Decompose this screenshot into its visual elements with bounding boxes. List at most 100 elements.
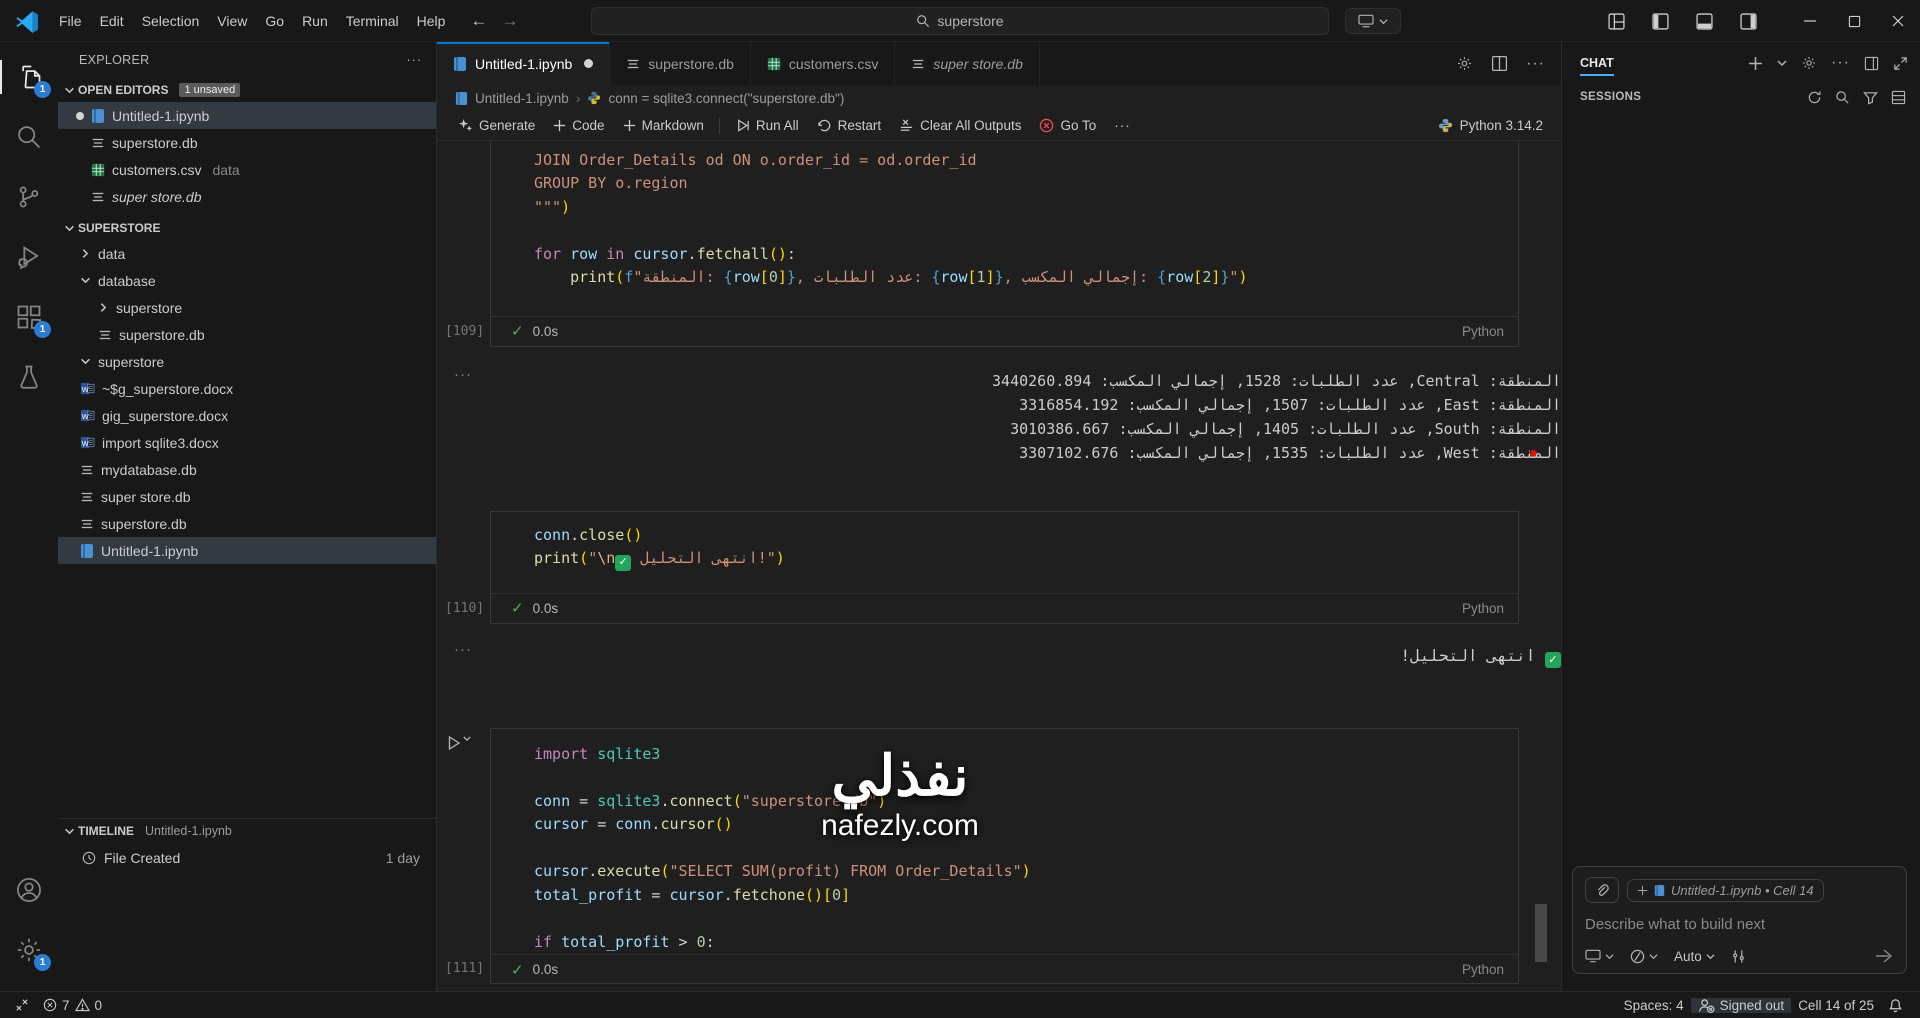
nav-forward-icon[interactable]: → [501, 11, 518, 31]
menu-help[interactable]: Help [408, 8, 455, 34]
chevron-down-icon[interactable] [1777, 59, 1787, 67]
open-editor-super-store-db[interactable]: super store.db [58, 183, 436, 210]
menu-go[interactable]: Go [256, 8, 293, 34]
editor-more-icon[interactable]: ··· [1526, 55, 1545, 73]
markdown-button[interactable]: Markdown [614, 113, 713, 139]
cell-language-label[interactable]: Python [1462, 324, 1504, 339]
search-sessions-icon[interactable] [1835, 90, 1850, 105]
indentation-status[interactable]: Spaces: 4 [1617, 998, 1691, 1013]
maximize-panel-icon[interactable] [1893, 56, 1908, 71]
menu-run[interactable]: Run [293, 8, 337, 34]
context-chip[interactable]: Untitled-1.ipynb • Cell 14 [1627, 878, 1824, 902]
command-center-search[interactable]: superstore [591, 7, 1329, 35]
run-cell-button[interactable] [446, 735, 471, 751]
clear-all-outputs-button[interactable]: Clear All Outputs [890, 113, 1030, 139]
tab-superstore-db[interactable]: superstore.db [610, 42, 751, 85]
code-button[interactable]: Code [544, 113, 613, 139]
tab-chat[interactable]: CHAT [1580, 44, 1614, 82]
tree-item-superstore-db[interactable]: superstore.db [58, 510, 436, 537]
generate-button[interactable]: Generate [449, 113, 544, 139]
signed-out-status[interactable]: Signed out [1690, 997, 1792, 1013]
go-to-button[interactable]: Go To [1030, 113, 1105, 139]
sidebar-item-testing[interactable] [5, 352, 53, 402]
chat-placeholder[interactable]: Describe what to build next [1585, 916, 1894, 933]
new-chat-plus-icon[interactable] [1748, 56, 1763, 71]
chat-input-box[interactable]: Untitled-1.ipynb • Cell 14 Describe what… [1572, 866, 1907, 974]
attach-paperclip-icon[interactable] [1585, 877, 1619, 903]
cell-language-label[interactable]: Python [1462, 601, 1504, 616]
open-editors-header[interactable]: OPEN EDITORS 1 unsaved [58, 78, 436, 102]
tree-folder-database[interactable]: database [58, 267, 436, 294]
tree-item-superstore-db[interactable]: superstore.db [58, 321, 436, 348]
breadcrumb[interactable]: Untitled-1.ipynb › conn = sqlite3.connec… [437, 85, 1561, 111]
tree-folder-superstore[interactable]: superstore [58, 294, 436, 321]
target-picker[interactable] [1585, 949, 1614, 963]
tree-folder-superstore[interactable]: superstore [58, 348, 436, 375]
sidebar-item-explorer[interactable]: 1 [0, 52, 53, 102]
open-in-editor-icon[interactable] [1864, 56, 1879, 71]
chat-more-icon[interactable]: ··· [1831, 54, 1850, 72]
sidebar-item-search[interactable] [5, 112, 53, 162]
toggle-primary-sidebar-icon[interactable] [1638, 0, 1682, 42]
sidebar-item-account[interactable] [5, 865, 53, 915]
close-window-icon[interactable] [1876, 0, 1920, 42]
run-all-button[interactable]: Run All [726, 113, 808, 139]
menu-terminal[interactable]: Terminal [337, 8, 408, 34]
toggle-panel-icon[interactable] [1682, 0, 1726, 42]
notebook-settings-gear-icon[interactable] [1456, 55, 1473, 72]
tree-item-super-store-db[interactable]: super store.db [58, 483, 436, 510]
problems-indicator[interactable]: 7 0 [36, 992, 109, 1018]
cell-code-editor[interactable]: FROM Orders o JOIN Order_Details od ON o.… [491, 141, 1518, 316]
send-icon[interactable] [1874, 947, 1894, 965]
toggle-secondary-sidebar-icon[interactable] [1726, 0, 1770, 42]
sidebar-item-run-debug[interactable] [5, 232, 53, 282]
cell-position-status[interactable]: Cell 14 of 25 [1791, 998, 1881, 1013]
customize-layout-icon[interactable] [1594, 0, 1638, 42]
tree-item--g-superstore-docx[interactable]: W ~$g_superstore.docx [58, 375, 436, 402]
remote-indicator-icon[interactable] [8, 992, 36, 1018]
menu-file[interactable]: File [50, 8, 91, 34]
chat-settings-gear-icon[interactable] [1801, 55, 1817, 71]
notebook-cell-3[interactable]: [111] import sqlite3 conn = sqlite3.connec… [445, 727, 1519, 984]
cell-code-editor[interactable]: conn.close() print("\n ✓ انتهى التحليل!") [491, 512, 1518, 593]
minimize-icon[interactable] [1788, 0, 1832, 42]
vertical-scrollbar[interactable] [1535, 904, 1547, 962]
nav-back-icon[interactable]: ← [470, 11, 487, 31]
output-options-icon[interactable]: ··· [454, 641, 472, 658]
tab-super-store-db[interactable]: super store.db [895, 42, 1040, 85]
breadcrumb-cell[interactable]: conn = sqlite3.connect("superstore.db") [608, 91, 844, 106]
timeline-header[interactable]: TIMELINE Untitled-1.ipynb [58, 819, 436, 843]
tab-customers-csv[interactable]: customers.csv [750, 42, 896, 85]
tree-item-import-sqlite3-docx[interactable]: Wimport sqlite3.docx [58, 429, 436, 456]
open-editor-untitled-1-ipynb[interactable]: Untitled-1.ipynb [58, 102, 436, 129]
sidebar-item-source-control[interactable] [5, 172, 53, 222]
maximize-icon[interactable] [1832, 0, 1876, 42]
refresh-icon[interactable] [1807, 90, 1822, 105]
cell-language-label[interactable]: Python [1462, 962, 1504, 977]
sidebar-item-settings[interactable]: 1 [5, 925, 53, 975]
open-editor-customers-csv[interactable]: customers.csv data [58, 156, 436, 183]
menu-view[interactable]: View [208, 8, 256, 34]
split-editor-icon[interactable] [1491, 55, 1508, 72]
tools-icon[interactable] [1731, 949, 1746, 964]
restart-button[interactable]: Restart [808, 113, 891, 139]
notebook-cell-1[interactable]: [109] FROM Orders o JOIN Order_Details od … [445, 141, 1519, 347]
menu-selection[interactable]: Selection [133, 8, 209, 34]
explorer-more-icon[interactable]: ··· [407, 53, 423, 67]
workspace-header[interactable]: SUPERSTORE [58, 216, 436, 240]
sidebar-item-extensions[interactable]: 1 [5, 292, 53, 342]
tree-item-mydatabase-db[interactable]: mydatabase.db [58, 456, 436, 483]
kernel-picker[interactable]: Python 3.14.2 [1438, 118, 1561, 133]
cell-code-editor[interactable]: import sqlite3 conn = sqlite3.connect("su… [491, 729, 1518, 955]
open-editor-superstore-db[interactable]: superstore.db [58, 129, 436, 156]
notebook-cells-area[interactable]: [109] FROM Orders o JOIN Order_Details od … [437, 141, 1561, 991]
menu-edit[interactable]: Edit [91, 8, 133, 34]
breadcrumb-file[interactable]: Untitled-1.ipynb [475, 91, 569, 106]
tree-item-gig-superstore-docx[interactable]: Wgig_superstore.docx [58, 402, 436, 429]
view-layout-icon[interactable] [1891, 90, 1906, 105]
mode-picker[interactable] [1630, 949, 1658, 964]
notifications-bell-icon[interactable] [1881, 998, 1910, 1013]
tree-item-untitled-1-ipynb[interactable]: Untitled-1.ipynb [58, 537, 436, 564]
more-button[interactable]: ··· [1105, 113, 1140, 139]
tree-folder-data[interactable]: data [58, 240, 436, 267]
